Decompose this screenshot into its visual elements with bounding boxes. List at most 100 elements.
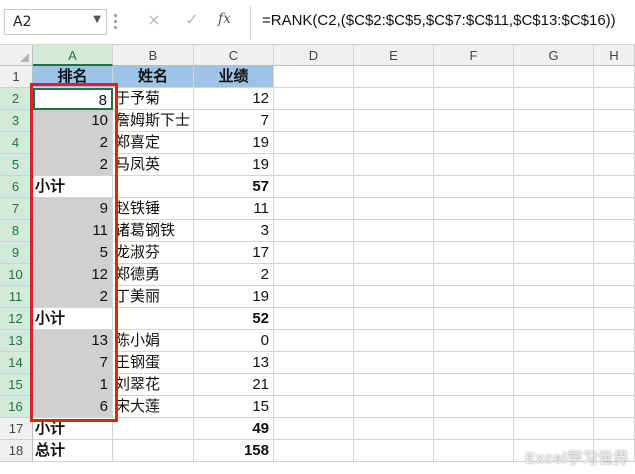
- cell-g8[interactable]: [514, 220, 594, 242]
- cell-f12[interactable]: [434, 308, 514, 330]
- row-header-14[interactable]: 14: [0, 352, 33, 374]
- cell-h17[interactable]: [594, 418, 635, 440]
- cell-e5[interactable]: [354, 154, 434, 176]
- cell-g15[interactable]: [514, 374, 594, 396]
- cell-d14[interactable]: [274, 352, 354, 374]
- cell-a2[interactable]: 8: [33, 88, 113, 110]
- cell-d8[interactable]: [274, 220, 354, 242]
- cell-e2[interactable]: [354, 88, 434, 110]
- cell-d7[interactable]: [274, 198, 354, 220]
- insert-function-icon[interactable]: fx: [218, 11, 231, 27]
- cell-e12[interactable]: [354, 308, 434, 330]
- cell-a4[interactable]: 2: [33, 132, 113, 154]
- cell-d2[interactable]: [274, 88, 354, 110]
- cell-c14[interactable]: 13: [194, 352, 274, 374]
- cell-b3[interactable]: 詹姆斯下士: [113, 110, 194, 132]
- cell-d17[interactable]: [274, 418, 354, 440]
- row-header-10[interactable]: 10: [0, 264, 33, 286]
- cell-f13[interactable]: [434, 330, 514, 352]
- cell-b2[interactable]: 于予菊: [113, 88, 194, 110]
- cell-e6[interactable]: [354, 176, 434, 198]
- cell-a11[interactable]: 2: [33, 286, 113, 308]
- row-header-9[interactable]: 9: [0, 242, 33, 264]
- cell-d3[interactable]: [274, 110, 354, 132]
- column-header-e[interactable]: E: [354, 45, 434, 66]
- cell-f1[interactable]: [434, 66, 514, 88]
- cell-f7[interactable]: [434, 198, 514, 220]
- cell-d18[interactable]: [274, 440, 354, 462]
- cell-h2[interactable]: [594, 88, 635, 110]
- cell-c12[interactable]: 52: [194, 308, 274, 330]
- cell-g12[interactable]: [514, 308, 594, 330]
- cell-b7[interactable]: 赵铁锤: [113, 198, 194, 220]
- row-header-7[interactable]: 7: [0, 198, 33, 220]
- drag-handle-icon[interactable]: [114, 14, 118, 30]
- row-header-15[interactable]: 15: [0, 374, 33, 396]
- cell-c5[interactable]: 19: [194, 154, 274, 176]
- row-header-11[interactable]: 11: [0, 286, 33, 308]
- row-header-17[interactable]: 17: [0, 418, 33, 440]
- cell-f6[interactable]: [434, 176, 514, 198]
- cell-g10[interactable]: [514, 264, 594, 286]
- cell-h9[interactable]: [594, 242, 635, 264]
- cell-f2[interactable]: [434, 88, 514, 110]
- name-box[interactable]: A2 ▼: [4, 9, 107, 35]
- column-header-f[interactable]: F: [434, 45, 514, 66]
- cell-b18[interactable]: [113, 440, 194, 462]
- cell-e13[interactable]: [354, 330, 434, 352]
- cell-f8[interactable]: [434, 220, 514, 242]
- cell-a18[interactable]: 总计: [33, 440, 113, 462]
- cell-a16[interactable]: 6: [33, 396, 113, 418]
- cell-b12[interactable]: [113, 308, 194, 330]
- cell-h7[interactable]: [594, 198, 635, 220]
- cell-f11[interactable]: [434, 286, 514, 308]
- cell-e9[interactable]: [354, 242, 434, 264]
- cell-a9[interactable]: 5: [33, 242, 113, 264]
- cell-h1[interactable]: [594, 66, 635, 88]
- row-header-8[interactable]: 8: [0, 220, 33, 242]
- row-header-16[interactable]: 16: [0, 396, 33, 418]
- cell-b1[interactable]: 姓名: [113, 66, 194, 88]
- cell-c3[interactable]: 7: [194, 110, 274, 132]
- cell-b9[interactable]: 龙淑芬: [113, 242, 194, 264]
- cell-f14[interactable]: [434, 352, 514, 374]
- row-header-1[interactable]: 1: [0, 66, 33, 88]
- cell-g6[interactable]: [514, 176, 594, 198]
- cell-b14[interactable]: 王钢蛋: [113, 352, 194, 374]
- cell-a3[interactable]: 10: [33, 110, 113, 132]
- cell-f17[interactable]: [434, 418, 514, 440]
- cell-g4[interactable]: [514, 132, 594, 154]
- cell-b10[interactable]: 郑德勇: [113, 264, 194, 286]
- cell-c17[interactable]: 49: [194, 418, 274, 440]
- cell-d16[interactable]: [274, 396, 354, 418]
- cell-g7[interactable]: [514, 198, 594, 220]
- cell-h4[interactable]: [594, 132, 635, 154]
- cell-b16[interactable]: 宋大莲: [113, 396, 194, 418]
- cell-a1[interactable]: 排名: [33, 66, 113, 88]
- row-header-4[interactable]: 4: [0, 132, 33, 154]
- cell-c11[interactable]: 19: [194, 286, 274, 308]
- cell-e11[interactable]: [354, 286, 434, 308]
- cell-g13[interactable]: [514, 330, 594, 352]
- column-header-a[interactable]: A: [33, 45, 113, 66]
- cancel-icon[interactable]: ×: [142, 10, 166, 29]
- cell-c13[interactable]: 0: [194, 330, 274, 352]
- column-header-g[interactable]: G: [514, 45, 594, 66]
- cell-a13[interactable]: 13: [33, 330, 113, 352]
- cell-b13[interactable]: 陈小娟: [113, 330, 194, 352]
- cell-c9[interactable]: 17: [194, 242, 274, 264]
- cell-h12[interactable]: [594, 308, 635, 330]
- cell-c7[interactable]: 11: [194, 198, 274, 220]
- cell-b8[interactable]: 诸葛钢铁: [113, 220, 194, 242]
- cell-d1[interactable]: [274, 66, 354, 88]
- column-header-c[interactable]: C: [194, 45, 274, 66]
- cell-g17[interactable]: [514, 418, 594, 440]
- chevron-down-icon[interactable]: ▼: [93, 14, 101, 25]
- cell-e17[interactable]: [354, 418, 434, 440]
- cell-h11[interactable]: [594, 286, 635, 308]
- cell-g9[interactable]: [514, 242, 594, 264]
- cell-f3[interactable]: [434, 110, 514, 132]
- cell-c8[interactable]: 3: [194, 220, 274, 242]
- cell-f16[interactable]: [434, 396, 514, 418]
- cell-c16[interactable]: 15: [194, 396, 274, 418]
